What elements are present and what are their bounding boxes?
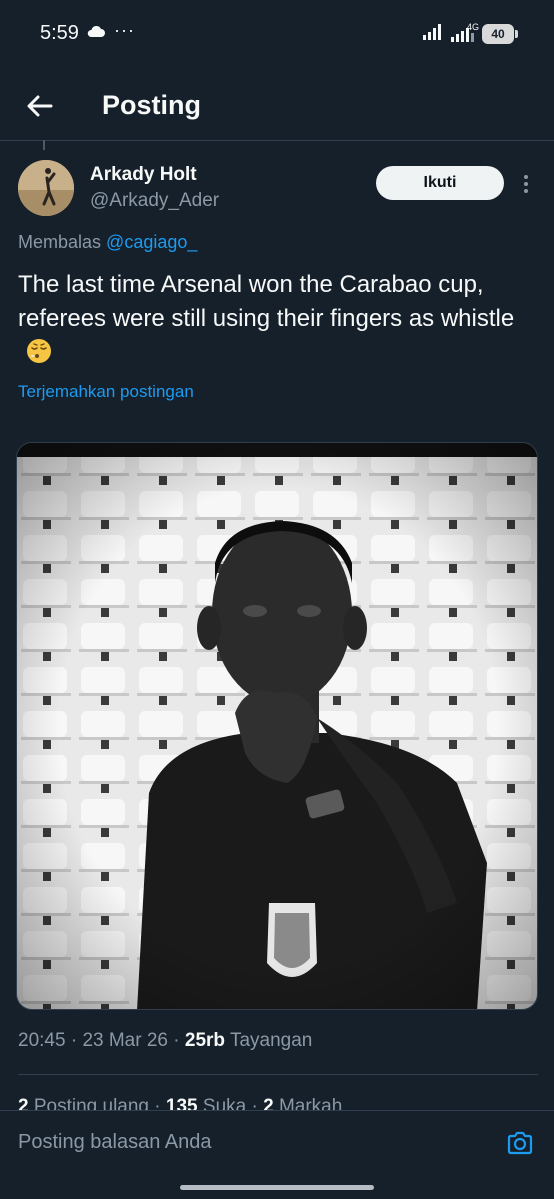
likes-count[interactable]: 135 [166,1096,198,1110]
status-time: 5:59 [40,22,79,44]
header-divider [0,140,554,141]
bookmarks-label[interactable]: Markah [279,1096,342,1110]
post-time: 20:45 [18,1030,66,1051]
reply-mention-link[interactable]: @cagiago_ [106,232,197,252]
signal-4g-icon: 4G [450,22,479,43]
post-author-row: Arkady Holt @Arkady_Ader Ikuti [0,160,554,220]
cloud-icon [86,24,106,38]
separator: · [65,1030,83,1051]
separator: · [251,1096,264,1110]
thread-connector [43,140,45,150]
post-meta: 20:45 · 23 Mar 26 · 25rb Tayangan [18,1030,312,1052]
author-handle[interactable]: @Arkady_Ader [90,190,219,212]
battery-indicator: 40 [482,24,518,44]
status-bar: 5:59 ··· 4G 40 [0,0,554,72]
separator: · [154,1096,166,1110]
referee-photo [17,443,537,1009]
follow-button[interactable]: Ikuti [376,166,504,200]
reply-bar: Posting balasan Anda [0,1110,554,1176]
post-date: 23 Mar 26 [82,1030,168,1051]
arrow-left-icon [27,95,53,117]
bookmarks-count[interactable]: 2 [263,1096,274,1110]
post-image[interactable] [16,442,538,1010]
home-indicator[interactable] [180,1185,374,1190]
views-count: 25rb [184,1030,226,1051]
views-label: Tayangan [229,1030,313,1051]
status-indicators: 4G 40 [422,22,518,46]
notification-dots: ··· [114,20,135,40]
avatar[interactable] [18,160,74,216]
camera-button[interactable] [506,1129,534,1157]
meta-divider [18,1074,538,1075]
reply-prefix: Membalas [18,232,102,252]
post-body: The last time Arsenal won the Carabao cu… [18,271,515,332]
exhaling-face-icon [26,338,52,364]
translate-post-link[interactable]: Terjemahkan postingan [18,382,194,402]
reply-context: Membalas @cagiago_ [18,232,197,253]
author-name[interactable]: Arkady Holt [90,164,197,186]
reply-input[interactable]: Posting balasan Anda [18,1131,212,1154]
post-stats: 2 Posting ulang · 135 Suka · 2 Markah [18,1096,342,1110]
page-header: Posting [0,72,554,141]
reposts-count[interactable]: 2 [18,1096,29,1110]
separator: · [167,1030,185,1051]
signal-icon [422,23,444,46]
more-vertical-icon[interactable] [516,172,536,196]
post-text: The last time Arsenal won the Carabao cu… [18,268,538,370]
likes-label[interactable]: Suka [203,1096,246,1110]
camera-icon [507,1131,533,1155]
page-title: Posting [102,90,201,120]
reposts-label[interactable]: Posting ulang [34,1096,149,1110]
back-button[interactable] [22,88,58,124]
